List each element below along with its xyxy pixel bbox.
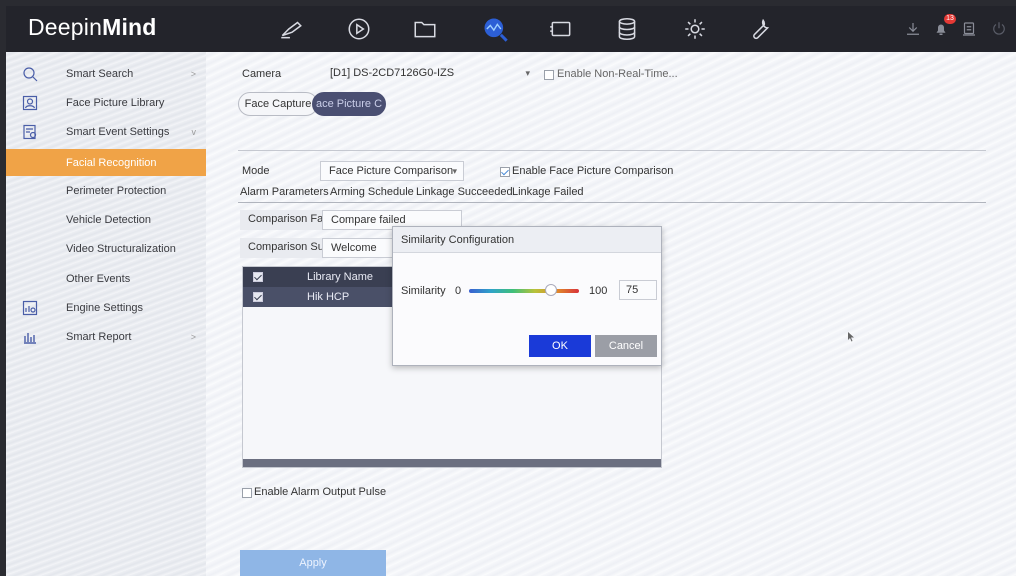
chevron-down-icon: v [191,126,197,137]
sidebar-item-label: Perimeter Protection [66,184,167,197]
storage-icon[interactable] [612,15,642,43]
similarity-min: 0 [455,285,462,297]
report-icon [22,329,38,345]
smart-search-icon [22,66,38,82]
camera-select-value: [D1] DS-2CD7126G0-IZS [330,67,455,79]
similarity-dialog: Similarity Configuration Similarity 0 10… [392,226,662,366]
non-realtime-label: Enable Non-Real-Time... [557,68,678,80]
chevron-down-icon: ▾ [525,68,530,78]
download-icon[interactable] [902,18,924,40]
similarity-value-input[interactable]: 75 [619,280,657,300]
tab-face-picture-comparison[interactable]: ace Picture C [312,92,386,116]
sidebar-item-engine-settings[interactable]: Engine Settings [6,294,206,321]
folder-icon[interactable] [410,15,440,43]
horizontal-scrollbar[interactable] [243,459,661,467]
enable-face-comparison-label: Enable Face Picture Comparison [512,165,674,177]
sidebar-item-label: Engine Settings [66,301,144,314]
tab-face-capture[interactable]: Face Capture [238,92,318,116]
chevron-right-icon: > [190,331,196,342]
sidebar-item-smart-search[interactable]: Smart Search > [6,60,206,87]
camera-label: Camera [242,68,282,80]
mode-select-value: Face Picture Comparison [329,165,454,177]
comparison-failed-label: Comparison Fa... [248,213,333,225]
main-content: Camera [D1] DS-2CD7126G0-IZS ▾ Enable No… [206,52,1016,576]
select-all-checkbox[interactable] [253,272,263,282]
sidebar-item-label: Smart Event Settings [66,125,170,138]
dialog-title: Similarity Configuration [393,227,661,253]
tab-underline [238,202,986,203]
cancel-button-label: Cancel [608,340,644,352]
sidebar-item-smart-event-settings[interactable]: Smart Event Settings v [6,118,206,145]
cancel-button[interactable]: Cancel [595,335,657,357]
sidebar-item-label: Smart Search [66,67,134,80]
ok-button-label: OK [552,340,568,352]
column-header-library-name: Library Name [307,271,374,283]
comparison-success-value: Welcome [331,242,377,254]
sidebar-item-vehicle-detection[interactable]: Vehicle Detection [6,206,206,233]
comparison-success-label: Comparison Su... [248,241,333,253]
sidebar-item-label: Video Structuralization [66,242,176,255]
mode-select[interactable]: Face Picture Comparison ▾ [320,161,464,181]
tab-alarm-parameters[interactable]: Alarm Parameters [240,186,329,198]
camera-icon[interactable] [276,15,306,43]
power-icon[interactable] [988,18,1010,40]
tab-label: ace Picture C [315,98,383,110]
top-bar: DeepinMind 13 [6,6,1016,52]
tab-linkage-failed[interactable]: Linkage Failed [512,186,584,198]
sidebar-item-facial-recognition[interactable]: Facial Recognition [6,149,206,176]
sidebar-item-label: Face Picture Library [66,96,165,109]
sidebar-item-perimeter-protection[interactable]: Perimeter Protection [6,177,206,204]
camera-select[interactable]: [D1] DS-2CD7126G0-IZS ▾ [322,64,536,84]
chevron-down-icon: ▾ [452,166,457,176]
brand-logo: DeepinMind [28,14,157,40]
similarity-value: 75 [626,284,639,296]
row-checkbox[interactable] [253,292,263,302]
enable-face-comparison-checkbox[interactable] [500,167,510,177]
similarity-slider-thumb[interactable] [545,284,557,296]
apply-button[interactable]: Apply [240,550,386,576]
sidebar-item-smart-report[interactable]: Smart Report > [6,323,206,350]
apply-button-label: Apply [299,557,327,569]
mode-label: Mode [242,165,270,177]
event-settings-icon [22,124,38,140]
tab-linkage-succeeded[interactable]: Linkage Succeeded [416,186,513,198]
tab-arming-schedule[interactable]: Arming Schedule [330,186,414,198]
mouse-cursor-icon [848,332,854,342]
comparison-failed-label-cell: Comparison Fa... [240,210,332,230]
sidebar-item-video-structuralization[interactable]: Video Structuralization [6,235,206,262]
sidebar-item-other-events[interactable]: Other Events [6,265,206,292]
playback-icon[interactable] [344,15,374,43]
alarm-output-pulse-checkbox[interactable] [242,488,252,498]
smart-search-icon[interactable] [480,15,510,43]
similarity-max: 100 [589,285,608,297]
sidebar-item-label: Other Events [66,272,131,285]
alarm-count-badge: 13 [944,14,956,24]
face-library-icon [22,95,38,111]
similarity-slider[interactable] [469,289,579,293]
alarm-output-pulse-label: Enable Alarm Output Pulse [254,486,387,498]
alarm-icon[interactable]: 13 [930,14,956,40]
non-realtime-checkbox[interactable] [544,70,554,80]
sidebar-item-face-picture-library[interactable]: Face Picture Library [6,89,206,116]
sidebar-item-label: Vehicle Detection [66,213,151,226]
comparison-success-label-cell: Comparison Su... [240,238,333,258]
tab-label: Face Capture [244,98,312,110]
gear-icon[interactable] [680,15,710,43]
similarity-label: Similarity [401,285,446,297]
monitor-icon[interactable] [546,15,576,43]
library-name-cell: Hik HCP [307,291,350,303]
wrench-icon[interactable] [746,15,776,43]
engine-settings-icon [22,300,38,316]
sidebar-item-label: Facial Recognition [66,156,157,169]
sidebar: Smart Search > Face Picture Library Smar… [6,52,206,576]
display-icon[interactable] [958,18,980,40]
sidebar-item-label: Smart Report [66,330,132,343]
divider [238,150,986,151]
comparison-failed-value: Compare failed [331,214,406,226]
ok-button[interactable]: OK [529,335,591,357]
chevron-right-icon: > [190,68,196,79]
